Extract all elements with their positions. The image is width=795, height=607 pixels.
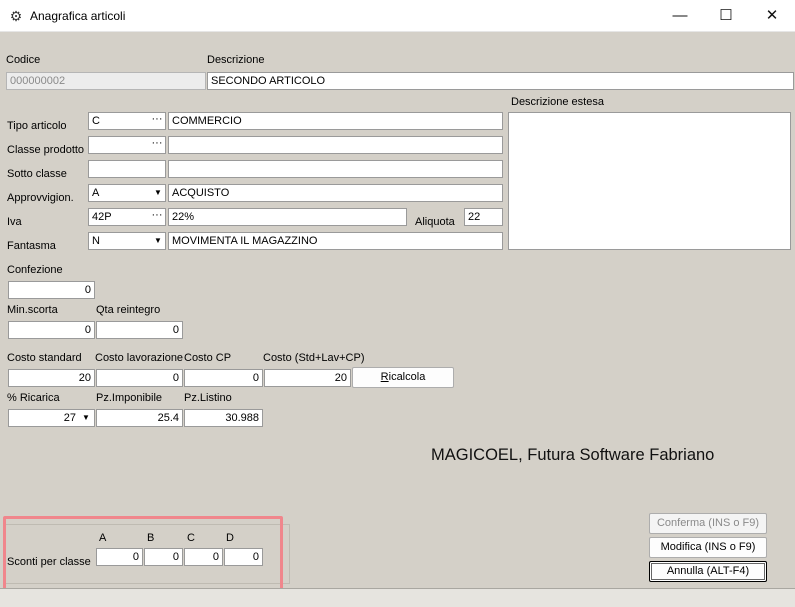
maximize-button[interactable]: ☐ <box>703 0 749 31</box>
pz-imponibile-field[interactable]: 25.4 <box>96 409 183 427</box>
pz-listino-field[interactable]: 30.988 <box>184 409 263 427</box>
status-bar <box>0 588 795 607</box>
modifica-button[interactable]: Modifica (INS o F9) <box>649 537 767 558</box>
pz-imponibile-label: Pz.Imponibile <box>96 392 163 404</box>
aliquota-label: Aliquota <box>415 216 455 228</box>
approvvigion-desc-field[interactable]: ACQUISTO <box>168 184 503 202</box>
fantasma-desc-field[interactable]: MOVIMENTA IL MAGAZZINO <box>168 232 503 250</box>
costo-totale-field[interactable]: 20 <box>264 369 351 387</box>
descrizione-label: Descrizione <box>207 54 265 66</box>
chevron-down-icon[interactable]: ▼ <box>151 185 165 201</box>
classe-prodotto-desc-field[interactable] <box>168 136 503 154</box>
costo-standard-field[interactable]: 20 <box>8 369 95 387</box>
sconti-highlight <box>3 516 283 593</box>
descrizione-estesa-label: Descrizione estesa <box>511 96 604 108</box>
sotto-classe-desc-field[interactable] <box>168 160 503 178</box>
costo-standard-label: Costo standard <box>7 352 82 364</box>
tipo-articolo-lookup-button[interactable]: ··· <box>149 113 165 129</box>
conferma-button[interactable]: Conferma (INS o F9) <box>649 513 767 534</box>
iva-lookup-button[interactable]: ··· <box>149 209 165 225</box>
costo-cp-field[interactable]: 0 <box>184 369 263 387</box>
fantasma-value: N <box>92 235 100 247</box>
brand-text: MAGICOEL, Futura Software Fabriano <box>431 446 715 464</box>
iva-code: 42P <box>92 211 112 223</box>
classe-prodotto-lookup-button[interactable]: ··· <box>149 137 165 153</box>
pz-listino-label: Pz.Listino <box>184 392 232 404</box>
tipo-articolo-desc-field[interactable]: COMMERCIO <box>168 112 503 130</box>
sotto-classe-label: Sotto classe <box>7 168 67 180</box>
chevron-down-icon[interactable]: ▼ <box>151 233 165 249</box>
codice-field[interactable]: 000000002 <box>6 72 206 90</box>
confezione-field[interactable]: 0 <box>8 281 95 299</box>
minimize-button[interactable]: — <box>657 0 703 31</box>
min-scorta-label: Min.scorta <box>7 304 58 316</box>
title-bar: ⚙ Anagrafica articoli — ☐ ✕ <box>0 0 795 32</box>
ricarica-label: % Ricarica <box>7 392 60 404</box>
ricarica-value: 27 <box>63 412 76 424</box>
qta-reintegro-field[interactable]: 0 <box>96 321 183 339</box>
descrizione-field[interactable]: SECONDO ARTICOLO <box>207 72 794 90</box>
close-button[interactable]: ✕ <box>749 0 795 31</box>
ricalcola-button[interactable]: Ricalcola <box>352 367 454 388</box>
iva-label: Iva <box>7 216 22 228</box>
approvvigion-label: Approvvigion. <box>7 192 74 204</box>
tipo-articolo-label: Tipo articolo <box>7 120 67 132</box>
costo-lavorazione-label: Costo lavorazione <box>95 352 184 364</box>
approvvigion-value: A <box>92 187 100 199</box>
gear-icon[interactable]: ⚙ <box>8 8 24 24</box>
descrizione-estesa-field[interactable] <box>508 112 791 250</box>
tipo-articolo-code: C <box>92 115 100 127</box>
costo-totale-label: Costo (Std+Lav+CP) <box>263 352 365 364</box>
qta-reintegro-label: Qta reintegro <box>96 304 161 316</box>
window-title: Anagrafica articoli <box>30 9 126 23</box>
fantasma-label: Fantasma <box>7 240 56 252</box>
costo-lavorazione-field[interactable]: 0 <box>96 369 183 387</box>
confezione-label: Confezione <box>7 264 63 276</box>
iva-desc-field[interactable]: 22% <box>168 208 407 226</box>
classe-prodotto-label: Classe prodotto <box>7 144 85 156</box>
min-scorta-field[interactable]: 0 <box>8 321 95 339</box>
aliquota-field[interactable]: 22 <box>464 208 503 226</box>
chevron-down-icon[interactable]: ▼ <box>79 410 93 426</box>
codice-label: Codice <box>6 54 41 66</box>
costo-cp-label: Costo CP <box>184 352 232 364</box>
sotto-classe-code-field[interactable] <box>88 160 166 178</box>
annulla-button[interactable]: Annulla (ALT-F4) <box>649 561 767 582</box>
